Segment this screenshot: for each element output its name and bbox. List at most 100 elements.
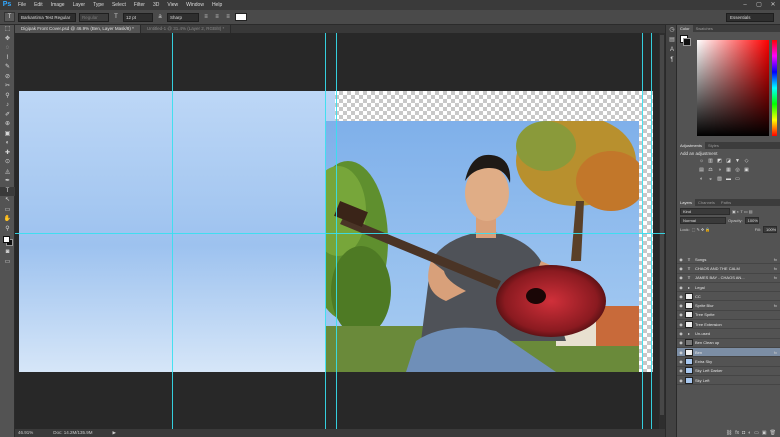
type-tool[interactable]: T — [0, 186, 15, 196]
align-left-icon[interactable]: ≡ — [202, 13, 210, 21]
close-icon[interactable]: ✕ — [766, 0, 780, 10]
black-white-icon[interactable]: ◑ — [716, 167, 723, 174]
gradient-map-icon[interactable]: ▬ — [725, 176, 732, 183]
new-adjustment-icon[interactable]: ◐ — [748, 429, 751, 437]
brightness-icon[interactable]: ☼ — [698, 158, 705, 165]
layer-effects-icon[interactable]: fx — [774, 257, 777, 262]
tab-styles[interactable]: Styles — [705, 142, 722, 149]
tab-untitled[interactable]: Untitled-1 @ 31.4% (Layer 2, RGB/8) * — [140, 25, 232, 33]
layer-row[interactable]: ◉ Tree Sprite — [677, 311, 780, 321]
tab-layers[interactable]: Layers — [677, 199, 696, 206]
menu-3d[interactable]: 3D — [149, 2, 163, 8]
eye-icon[interactable]: ◉ — [677, 285, 685, 290]
type-tool-preset-icon[interactable]: T — [4, 12, 15, 22]
freeform-pen-tool[interactable]: ✒ — [0, 177, 15, 187]
foreground-color-swatch[interactable] — [3, 236, 10, 243]
layer-row[interactable]: ◉ ▸ Un-used — [677, 329, 780, 339]
eyedropper-tool[interactable]: ⊘ — [0, 73, 15, 83]
add-mask-icon[interactable]: ◘ — [742, 429, 745, 437]
antialias-select[interactable]: Sharp — [167, 12, 199, 22]
guide-vertical[interactable] — [325, 33, 326, 429]
zoom-level[interactable]: 46.91% — [18, 429, 33, 437]
layer-filter-kind[interactable]: Kind — [680, 208, 730, 215]
align-right-icon[interactable]: ≡ — [224, 13, 232, 21]
layer-row[interactable]: ◉ T JAMES BAY - CHAOS AN... fx — [677, 274, 780, 283]
tab-paths[interactable]: Paths — [718, 199, 734, 206]
invert-icon[interactable]: ◐ — [698, 176, 705, 183]
clone-stamp-tool[interactable]: ♪ — [0, 101, 15, 111]
eye-icon[interactable]: ◉ — [677, 368, 685, 373]
hand-tool[interactable]: ✋ — [0, 215, 15, 225]
vibrance-icon[interactable]: ▼ — [734, 158, 741, 165]
path-selection-tool[interactable]: ↖ — [0, 196, 15, 206]
menu-filter[interactable]: Filter — [130, 2, 149, 8]
lock-icons[interactable]: ⬚ ✎ ✥ 🔒 — [692, 227, 711, 232]
color-picker-field[interactable] — [697, 40, 769, 136]
link-layers-icon[interactable]: ⛓ — [726, 429, 732, 437]
menu-select[interactable]: Select — [108, 2, 130, 8]
guide-horizontal[interactable] — [15, 233, 665, 234]
guide-vertical[interactable] — [336, 33, 337, 429]
layer-effects-icon[interactable]: fx — [774, 275, 777, 280]
rectangle-tool[interactable]: ▭ — [0, 206, 15, 216]
guide-vertical[interactable] — [651, 33, 652, 429]
threshold-icon[interactable]: ▨ — [716, 176, 723, 183]
exposure-icon[interactable]: ◪ — [725, 158, 732, 165]
layer-effects-icon[interactable]: fx — [774, 303, 777, 308]
layer-row[interactable]: ◉ Extra Sky — [677, 357, 780, 367]
eye-icon[interactable]: ◉ — [677, 266, 685, 271]
layer-row[interactable]: ◉ T Songs fx — [677, 255, 780, 265]
scrollbar-thumb[interactable] — [660, 35, 664, 415]
gradient-tool[interactable]: ▣ — [0, 130, 15, 140]
eye-icon[interactable]: ◉ — [677, 303, 685, 308]
dodge-tool[interactable]: ✚ — [0, 149, 15, 159]
menu-edit[interactable]: Edit — [30, 2, 47, 8]
history-brush-tool[interactable]: ✐ — [0, 111, 15, 121]
crop-tool[interactable]: ✎ — [0, 63, 15, 73]
tab-adjustments[interactable]: Adjustments — [677, 142, 706, 149]
menu-view[interactable]: View — [163, 2, 182, 8]
eraser-tool[interactable]: ⊕ — [0, 120, 15, 130]
lasso-tool[interactable]: ◌ — [0, 44, 15, 54]
menu-image[interactable]: Image — [47, 2, 69, 8]
hue-slider[interactable] — [772, 40, 777, 136]
filter-icons[interactable]: ▣ ◐ T ▭ ▤ — [732, 209, 753, 214]
quick-mask-icon[interactable]: ◙ — [0, 248, 15, 258]
blur-tool[interactable]: ◐ — [0, 139, 15, 149]
eye-icon[interactable]: ◉ — [677, 340, 685, 345]
pen-tool[interactable]: ⊙ — [0, 158, 15, 168]
menu-window[interactable]: Window — [182, 2, 208, 8]
font-size-select[interactable]: 12 pt — [123, 12, 153, 22]
selective-color-icon[interactable]: ▭ — [734, 176, 741, 183]
zoom-tool[interactable]: ⚲ — [0, 225, 15, 235]
brush-tool[interactable]: ⚲ — [0, 92, 15, 102]
new-group-icon[interactable]: ▭ — [754, 429, 759, 437]
layer-row[interactable]: ◉ Sky Left Darker — [677, 367, 780, 376]
opacity-field[interactable]: 100% — [744, 217, 759, 224]
eye-icon[interactable]: ◉ — [677, 257, 685, 262]
tab-channels[interactable]: Channels — [695, 199, 718, 206]
minimize-icon[interactable]: – — [738, 0, 752, 10]
healing-tool[interactable]: ✂ — [0, 82, 15, 92]
new-layer-icon[interactable]: ▣ — [762, 429, 767, 437]
color-lookup-icon[interactable]: ▣ — [743, 167, 750, 174]
tab-color[interactable]: Color — [677, 25, 693, 32]
layer-row[interactable]: ◉ Sprite Blur fx — [677, 301, 780, 311]
layer-row[interactable]: ◉ Tree Extension — [677, 320, 780, 330]
eye-icon[interactable]: ◉ — [677, 359, 685, 364]
posterize-icon[interactable]: ◒ — [707, 176, 714, 183]
screen-mode-icon[interactable]: ▭ — [0, 258, 15, 268]
guide-vertical[interactable] — [642, 33, 643, 429]
fill-field[interactable]: 100% — [763, 226, 777, 233]
layer-style-icon[interactable]: fx — [735, 429, 739, 437]
eye-icon[interactable]: ◉ — [677, 350, 685, 355]
marquee-tool[interactable]: ⬚ — [0, 25, 15, 35]
layer-row[interactable]: ◉ Ben fx — [677, 347, 780, 358]
eye-icon[interactable]: ◉ — [677, 275, 685, 280]
layer-row[interactable]: ◉ ▸ Legal — [677, 283, 780, 293]
tab-digipak[interactable]: Digipak Front Cover.psd @ 46.9% (Ben, La… — [15, 25, 141, 33]
layer-row[interactable]: ◉ T CHAOS AND THE CALM fx — [677, 264, 780, 274]
panel-background-swatch[interactable] — [683, 38, 691, 46]
text-color-swatch[interactable] — [235, 13, 247, 21]
eye-icon[interactable]: ◉ — [677, 312, 685, 317]
